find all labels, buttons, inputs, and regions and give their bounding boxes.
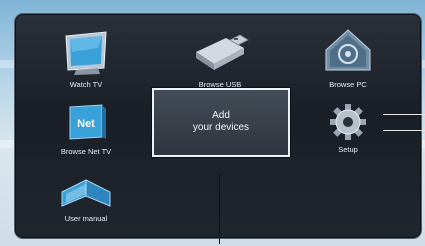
menu-item-watch-tv[interactable]: Watch TV xyxy=(58,28,114,92)
menu-item-user-manual[interactable]: User manual xyxy=(56,170,116,226)
add-devices-line2: your devices xyxy=(192,122,250,133)
callout-line-right xyxy=(383,130,425,131)
tv-icon xyxy=(65,31,107,75)
book-icon xyxy=(61,179,111,207)
menu-item-label: Watch TV xyxy=(69,80,103,89)
usb-drive-icon xyxy=(196,34,249,70)
menu-item-browse-net-tv[interactable]: Net Browse Net TV xyxy=(56,103,116,161)
gear-icon xyxy=(330,104,366,140)
add-devices-button[interactable]: Add your devices xyxy=(152,88,290,157)
net-tv-icon: Net xyxy=(69,104,106,140)
menu-item-label: Browse PC xyxy=(329,80,367,89)
menu-item-browse-usb[interactable]: Browse USB xyxy=(190,28,250,92)
menu-item-label: User manual xyxy=(64,214,108,223)
callout-line-bottom xyxy=(219,174,220,244)
menu-item-label: Browse Net TV xyxy=(60,147,112,156)
menu-item-setup[interactable]: Setup xyxy=(318,101,378,159)
menu-item-label: Setup xyxy=(338,145,358,154)
add-devices-line1: Add xyxy=(212,110,230,121)
network-pc-icon xyxy=(325,29,371,71)
menu-item-browse-pc[interactable]: Browse PC xyxy=(318,24,378,92)
callout-line-right xyxy=(383,114,425,115)
net-tv-badge: Net xyxy=(77,118,95,130)
